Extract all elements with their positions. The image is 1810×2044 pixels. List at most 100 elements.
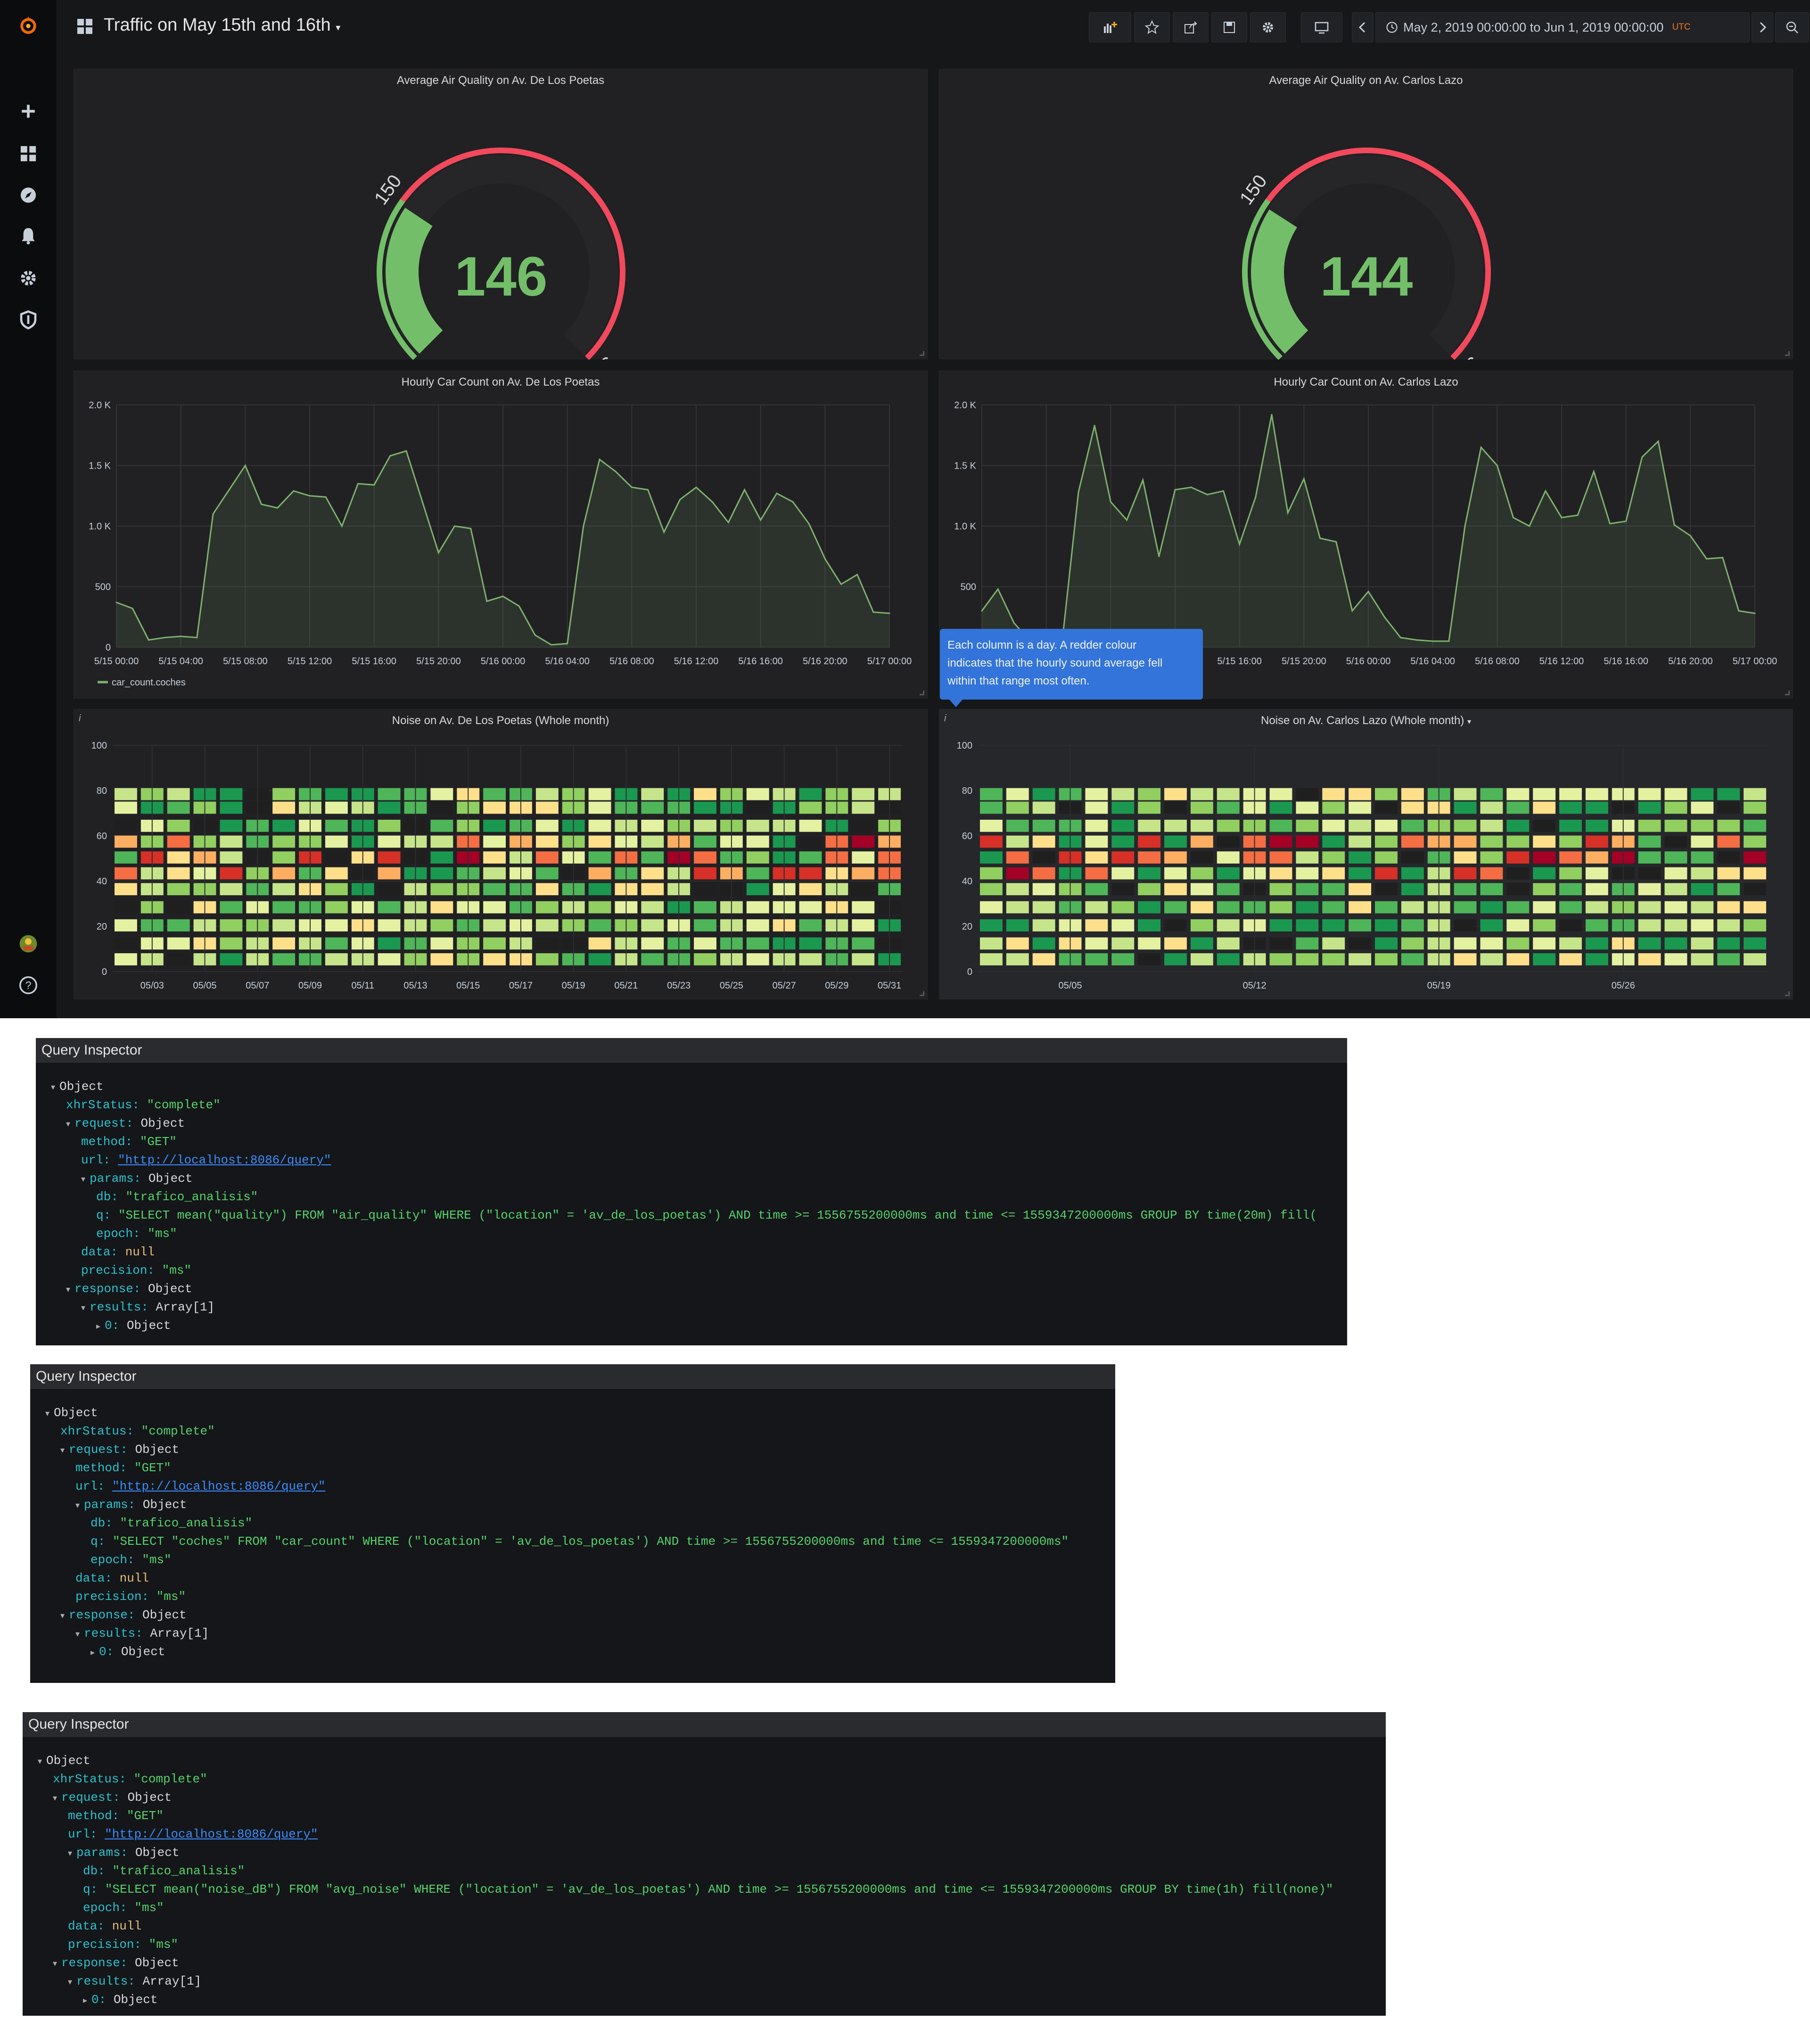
heatmap-cell xyxy=(272,901,296,914)
caret-down-icon[interactable]: ▾ xyxy=(75,1626,84,1644)
alerting-icon[interactable] xyxy=(14,222,42,250)
caret-down-icon[interactable]: ▾ xyxy=(38,1753,46,1772)
heatmap-cell xyxy=(1744,937,1766,950)
tree-link[interactable]: "http://localhost:8086/query" xyxy=(112,1479,325,1493)
heatmap-cell xyxy=(1691,801,1714,814)
caret-down-icon[interactable]: ▾ xyxy=(53,1955,61,1974)
x-tick-label: 5/15 20:00 xyxy=(416,656,461,667)
caret-down-icon[interactable]: ▾ xyxy=(81,1300,90,1318)
heatmap-cell xyxy=(1401,801,1424,814)
dashboard-title[interactable]: Traffic on May 15th and 16th ▾ xyxy=(104,15,340,35)
shield-icon[interactable] xyxy=(14,305,42,334)
tree-link[interactable]: "http://localhost:8086/query" xyxy=(118,1153,331,1167)
caret-down-icon[interactable]: ▾ xyxy=(60,1607,69,1626)
star-button[interactable] xyxy=(1134,12,1170,42)
caret-down-icon[interactable]: ▾ xyxy=(68,1974,76,1992)
heatmap-cell xyxy=(1691,788,1714,800)
inspector-line[interactable]: ▾ params: Object xyxy=(36,1170,1347,1188)
caret-down-icon[interactable]: ▾ xyxy=(66,1281,74,1300)
inspector-line[interactable]: ▸ 0: Object xyxy=(30,1643,1115,1661)
heatmap-cell xyxy=(1559,801,1582,814)
data-point xyxy=(309,495,311,497)
heatmap-cell xyxy=(325,835,348,848)
heatmap-cell xyxy=(1349,901,1371,914)
x-tick-label: 05/09 xyxy=(298,981,322,991)
resize-handle[interactable] xyxy=(1785,691,1790,695)
x-tick-label: 5/17 00:00 xyxy=(1733,656,1777,667)
plus-icon[interactable] xyxy=(14,97,42,125)
caret-down-icon[interactable]: ▾ xyxy=(68,1845,76,1863)
tree-key: data: xyxy=(68,1919,105,1933)
inspector-line[interactable]: ▾ response: Object xyxy=(36,1280,1347,1298)
heatmap-cell xyxy=(1138,851,1161,864)
inspector-line[interactable]: ▾ params: Object xyxy=(30,1496,1115,1514)
caret-down-icon[interactable]: ▾ xyxy=(45,1405,54,1424)
resize-handle[interactable] xyxy=(1785,991,1790,996)
help-icon[interactable]: ? xyxy=(14,971,42,999)
data-point xyxy=(389,455,391,457)
resize-handle[interactable] xyxy=(920,351,924,356)
heatmap-cell xyxy=(1296,883,1319,896)
data-point xyxy=(856,574,858,576)
heatmap-cell xyxy=(430,801,453,814)
caret-down-icon[interactable]: ▾ xyxy=(81,1171,90,1189)
inspector-line[interactable]: ▾ results: Array[1] xyxy=(36,1298,1347,1317)
avatar[interactable] xyxy=(14,930,42,958)
grafana-logo-icon[interactable] xyxy=(14,11,42,40)
inspector-line[interactable]: ▾ request: Object xyxy=(30,1441,1115,1459)
inspector-line[interactable]: ▾ Object xyxy=(23,1752,1386,1770)
inspector-line: data: null xyxy=(36,1243,1347,1261)
heatmap-cell xyxy=(1454,867,1477,880)
heatmap-cell xyxy=(588,801,611,814)
resize-handle[interactable] xyxy=(920,691,924,695)
inspector-line[interactable]: ▾ Object xyxy=(36,1078,1347,1096)
resize-handle[interactable] xyxy=(920,991,924,996)
heatmap-cell xyxy=(1269,788,1292,800)
inspector-line[interactable]: ▾ request: Object xyxy=(36,1114,1347,1133)
inspector-line[interactable]: ▸ 0: Object xyxy=(23,1991,1386,2009)
data-point xyxy=(341,525,343,527)
configuration-icon[interactable] xyxy=(14,264,42,292)
heatmap-cell xyxy=(1217,819,1240,832)
cycle-view-mode-button[interactable] xyxy=(1301,12,1342,42)
inspector-line[interactable]: ▾ results: Array[1] xyxy=(30,1624,1115,1643)
inspector-line[interactable]: ▾ response: Object xyxy=(23,1954,1386,1972)
caret-right-icon[interactable]: ▸ xyxy=(83,1992,91,2011)
tree-key: epoch: xyxy=(96,1227,140,1241)
heatmap-cell xyxy=(220,901,243,914)
save-button[interactable] xyxy=(1211,12,1247,42)
dashboards-icon xyxy=(77,19,92,34)
inspector-line[interactable]: ▾ Object xyxy=(30,1404,1115,1422)
caret-down-icon[interactable]: ▾ xyxy=(51,1079,59,1097)
resize-handle[interactable] xyxy=(1785,351,1790,356)
time-range-picker[interactable]: May 2, 2019 00:00:00 to Jun 1, 2019 00:0… xyxy=(1375,12,1750,42)
zoom-out-button[interactable] xyxy=(1775,12,1809,42)
caret-right-icon[interactable]: ▸ xyxy=(96,1318,105,1336)
heatmap-cell xyxy=(1454,788,1477,800)
explore-icon[interactable] xyxy=(14,181,42,209)
caret-down-icon[interactable]: ▾ xyxy=(53,1790,61,1808)
share-button[interactable] xyxy=(1173,12,1209,42)
time-shift-forward-button[interactable] xyxy=(1752,12,1773,42)
heatmap-cell xyxy=(220,851,243,864)
settings-button[interactable] xyxy=(1250,12,1286,42)
add-panel-button[interactable] xyxy=(1089,12,1131,42)
tree-value: Array[1] xyxy=(150,1626,209,1640)
inspector-line[interactable]: ▾ results: Array[1] xyxy=(23,1972,1386,1991)
inspector-line[interactable]: ▾ params: Object xyxy=(23,1844,1386,1862)
caret-down-icon[interactable]: ▾ xyxy=(75,1497,84,1516)
inspector-line[interactable]: ▾ request: Object xyxy=(23,1788,1386,1807)
heatmap-cell xyxy=(1111,919,1135,931)
heatmap-cell xyxy=(1269,901,1292,914)
inspector-line[interactable]: ▾ response: Object xyxy=(30,1606,1115,1624)
inspector-line[interactable]: ▸ 0: Object xyxy=(36,1317,1347,1335)
tree-link[interactable]: "http://localhost:8086/query" xyxy=(105,1827,318,1841)
caret-down-icon[interactable]: ▾ xyxy=(66,1116,74,1134)
x-tick-label: 05/05 xyxy=(193,981,217,991)
dashboards-icon[interactable] xyxy=(14,140,42,168)
caret-down-icon[interactable]: ▾ xyxy=(60,1442,69,1460)
time-shift-back-button[interactable] xyxy=(1352,12,1374,42)
caret-right-icon[interactable]: ▸ xyxy=(90,1644,99,1663)
heatmap-cell xyxy=(1296,819,1319,832)
tree-value: Object xyxy=(140,1116,185,1130)
